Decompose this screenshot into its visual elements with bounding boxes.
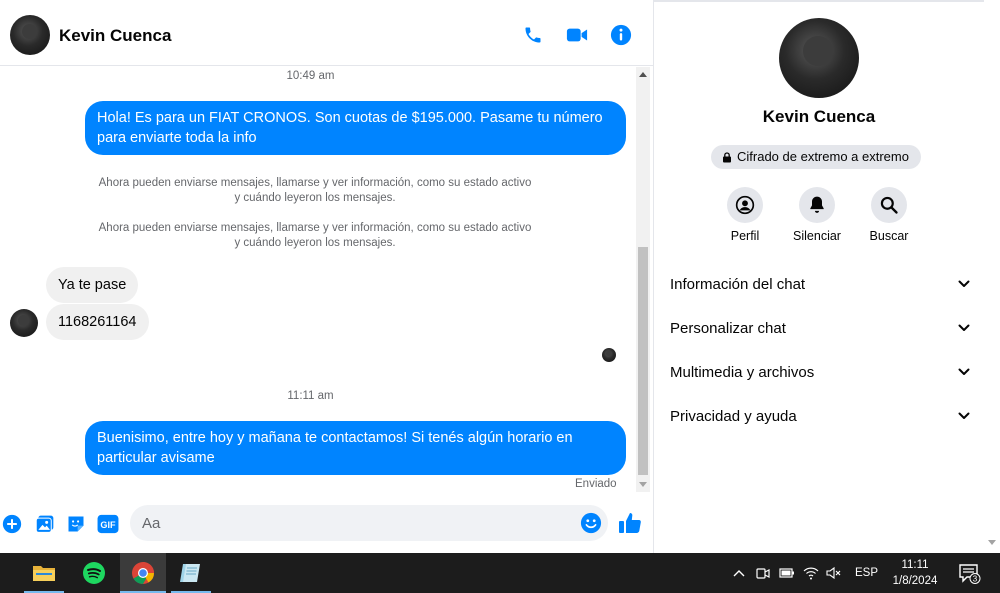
chat-panel: Kevin Cuenca 10:49 am Hola! Es para un F… xyxy=(0,0,653,553)
file-explorer-icon[interactable] xyxy=(24,553,64,593)
profile-picture[interactable] xyxy=(779,18,859,98)
section-label: Información del chat xyxy=(670,275,806,293)
page-scrollbar[interactable] xyxy=(984,0,1000,553)
search-button[interactable]: Buscar xyxy=(854,187,924,243)
section-chat-info[interactable]: Información del chat xyxy=(670,269,970,299)
chevron-down-icon xyxy=(958,412,970,419)
battery-icon[interactable] xyxy=(779,565,795,581)
chrome-icon[interactable] xyxy=(120,553,166,593)
spotify-icon[interactable] xyxy=(74,553,114,593)
scroll-down-arrow[interactable] xyxy=(988,540,996,545)
outgoing-message[interactable]: Buenisimo, entre hoy y mañana te contact… xyxy=(85,421,626,475)
phone-icon[interactable] xyxy=(522,24,544,46)
profile-button[interactable]: Perfil xyxy=(710,187,780,243)
mute-label: Silenciar xyxy=(793,229,841,243)
scroll-up-arrow[interactable] xyxy=(639,72,647,77)
info-icon[interactable] xyxy=(610,24,632,46)
mute-button[interactable]: Silenciar xyxy=(782,187,852,243)
sticker-icon[interactable] xyxy=(65,513,87,535)
clock-date: 1/8/2024 xyxy=(892,575,938,587)
search-icon xyxy=(871,187,907,223)
screen: Kevin Cuenca 10:49 am Hola! Es para un F… xyxy=(0,0,1000,593)
contact-name[interactable]: Kevin Cuenca xyxy=(59,26,171,46)
notes-app-icon[interactable] xyxy=(171,553,211,593)
notifications-icon[interactable]: 3 xyxy=(958,564,982,584)
chevron-down-icon xyxy=(958,368,970,375)
chat-scrollbar[interactable] xyxy=(636,67,650,492)
meet-now-icon[interactable] xyxy=(755,565,771,581)
section-customize-chat[interactable]: Personalizar chat xyxy=(670,313,970,343)
timestamp: 10:49 am xyxy=(286,70,335,82)
like-thumbs-up-icon[interactable] xyxy=(618,511,644,537)
gif-icon[interactable]: GIF xyxy=(96,513,120,535)
search-label: Buscar xyxy=(869,229,909,243)
scroll-down-arrow[interactable] xyxy=(639,482,647,487)
bell-icon xyxy=(799,187,835,223)
section-label: Privacidad y ayuda xyxy=(670,407,797,425)
chevron-down-icon xyxy=(958,280,970,287)
chat-info-panel: Kevin Cuenca Cifrado de extremo a extrem… xyxy=(654,0,984,553)
plus-icon[interactable] xyxy=(1,513,23,535)
chevron-down-icon xyxy=(958,324,970,331)
video-call-icon[interactable] xyxy=(566,24,588,46)
scroll-thumb[interactable] xyxy=(638,247,648,475)
gif-label: GIF xyxy=(100,520,116,530)
lock-icon xyxy=(723,152,731,163)
composer: GIF xyxy=(0,500,653,546)
section-privacy-help[interactable]: Privacidad y ayuda xyxy=(670,401,970,431)
clock-time: 11:11 xyxy=(901,559,929,571)
message-input[interactable] xyxy=(130,505,608,541)
profile-name: Kevin Cuenca xyxy=(762,107,876,126)
profile-label: Perfil xyxy=(730,229,760,243)
emoji-icon[interactable] xyxy=(580,512,602,534)
encryption-label: Cifrado de extremo a extremo xyxy=(737,149,909,164)
chat-header: Kevin Cuenca xyxy=(0,2,653,66)
volume-muted-icon[interactable] xyxy=(826,565,842,581)
system-message: Ahora pueden enviarse mensajes, llamarse… xyxy=(98,222,532,249)
profile-icon xyxy=(727,187,763,223)
section-media-files[interactable]: Multimedia y archivos xyxy=(670,357,970,387)
incoming-message[interactable]: 1168261164 xyxy=(46,304,149,340)
language-indicator[interactable]: ESP xyxy=(855,567,878,579)
read-receipt-avatar xyxy=(602,348,616,362)
system-message: Ahora pueden enviarse mensajes, llamarse… xyxy=(98,177,532,204)
incoming-message[interactable]: Ya te pase xyxy=(46,267,139,303)
wifi-icon[interactable] xyxy=(803,565,819,581)
contact-avatar[interactable] xyxy=(10,15,50,55)
system-clock[interactable]: 11:11 1/8/2024 xyxy=(885,557,945,589)
section-label: Multimedia y archivos xyxy=(670,363,815,381)
windows-taskbar: ESP 11:11 1/8/2024 3 xyxy=(0,553,1000,593)
image-icon[interactable] xyxy=(34,513,56,535)
sender-avatar xyxy=(10,309,38,337)
section-label: Personalizar chat xyxy=(670,319,786,337)
messages-area[interactable]: 10:49 am Hola! Es para un FIAT CRONOS. S… xyxy=(0,67,653,495)
timestamp: 11:11 am xyxy=(287,390,334,402)
outgoing-message[interactable]: Hola! Es para un FIAT CRONOS. Son cuotas… xyxy=(85,101,626,155)
sent-status: Enviado xyxy=(575,478,617,490)
notification-count: 3 xyxy=(973,575,978,584)
encryption-badge[interactable]: Cifrado de extremo a extremo xyxy=(711,145,921,169)
chevron-up-icon[interactable] xyxy=(731,565,747,581)
